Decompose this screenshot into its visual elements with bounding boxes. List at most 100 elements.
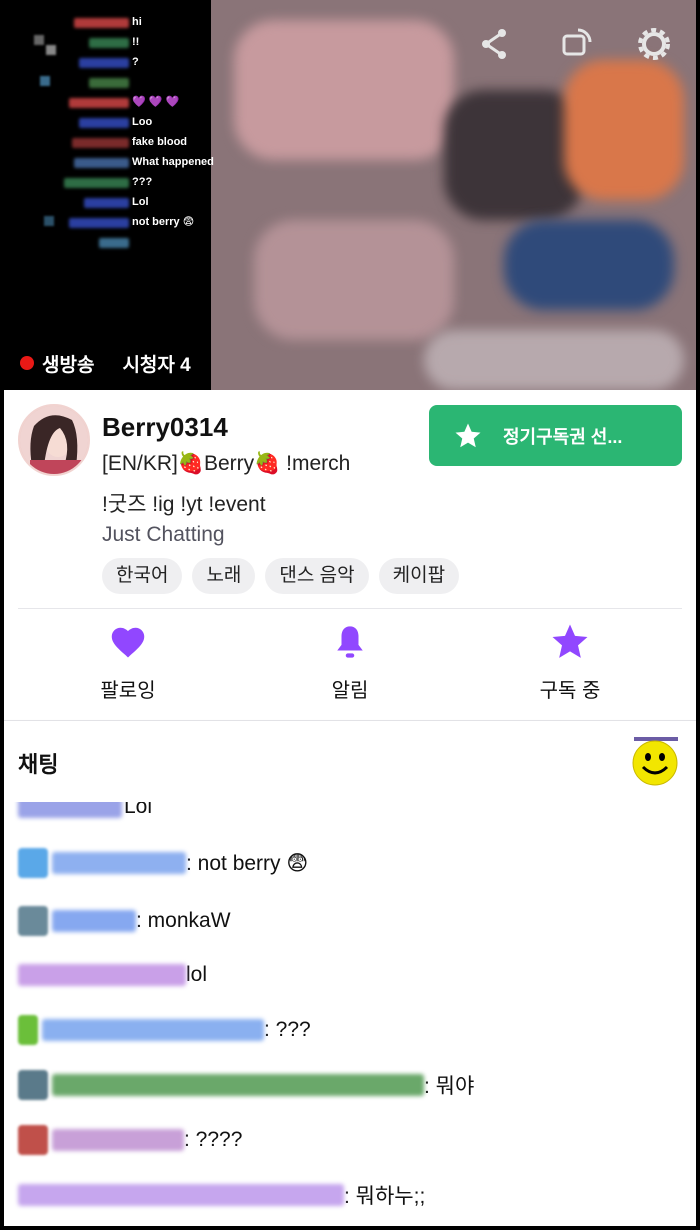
blurred-username [52, 910, 136, 932]
overlay-chat-line: Lol [4, 194, 211, 212]
live-dot-icon [20, 356, 34, 370]
app-screen: hi !! ? 💜 💜 💜 Loo fake blood What happen… [4, 0, 696, 1226]
chat-message: : ??? [18, 1013, 311, 1047]
overlay-chat-text: 💜 💜 💜 [132, 96, 180, 108]
star-icon [552, 624, 588, 658]
chat-message-list[interactable]: Lol : not berry 😨 : monkaW lol : ??? : 뭐… [4, 802, 696, 1226]
chat-badge [18, 1070, 48, 1100]
overlay-chat-text: Lol [132, 196, 149, 208]
overlay-chat-line: !! [4, 34, 211, 52]
blurred-username [99, 238, 129, 248]
divider [18, 608, 682, 609]
tag-chip[interactable]: 노래 [192, 558, 256, 594]
chat-message: : monkaW [18, 904, 231, 938]
overlay-chat-text: !! [132, 36, 140, 48]
blurred-username [52, 1074, 424, 1096]
blurred-username [79, 58, 129, 68]
subscribed-button[interactable]: 구독 중 [500, 622, 640, 703]
tag-list: 한국어 노래 댄스 음악 케이팝 [102, 558, 460, 594]
video-blur-region [254, 220, 454, 340]
blurred-username [18, 1184, 344, 1206]
blurred-username [72, 138, 129, 148]
viewer-count: 시청자 4 [122, 354, 191, 376]
chat-badge [18, 906, 48, 936]
chat-message: : 뭐하누;; [18, 1178, 425, 1212]
overlay-chat-line: fake blood [4, 134, 211, 152]
chat-message-text: : ???? [184, 1128, 243, 1151]
video-blur-region [234, 20, 454, 160]
overlay-chat-text: fake blood [132, 136, 188, 148]
chat-message-text: : monkaW [136, 909, 231, 932]
chat-message: : ???? [18, 1123, 242, 1157]
overlay-chat-line: not berry 😨 [4, 214, 211, 232]
overlay-chat-text: hi [132, 16, 142, 28]
blurred-username [79, 118, 129, 128]
blurred-username [74, 158, 129, 168]
video-blur-region [424, 330, 684, 390]
heart-icon [111, 627, 145, 658]
overlay-chat-line: ? [4, 54, 211, 72]
chat-message-text: : 뭐야 [424, 1075, 475, 1098]
subscription-gift-button[interactable]: 정기구독권 선... [429, 405, 682, 466]
chat-badge [18, 1015, 38, 1045]
blurred-username [42, 1019, 264, 1041]
bell-icon [337, 626, 363, 658]
stream-category[interactable]: Just Chatting [102, 523, 225, 547]
avatar-image [20, 406, 88, 474]
overlay-chat-text: Loo [132, 116, 153, 128]
video-blur-region [444, 90, 584, 220]
blurred-username [69, 98, 129, 108]
notification-button[interactable]: 알림 [280, 622, 420, 703]
channel-name[interactable]: Berry0314 [102, 412, 228, 443]
notification-label: 알림 [331, 680, 369, 702]
star-icon [455, 423, 481, 447]
chat-message-text: Lol [124, 802, 153, 818]
smiley-emote-icon[interactable] [630, 737, 680, 787]
chat-message: : not berry 😨 [18, 846, 308, 880]
rotate-icon[interactable] [556, 24, 596, 64]
chat-badge [18, 848, 48, 878]
chat-message: lol [18, 958, 207, 992]
chat-message-text: lol [186, 963, 208, 986]
overlay-chat-text: What happened [132, 156, 214, 168]
blurred-username [18, 802, 122, 818]
share-icon[interactable] [474, 24, 514, 64]
chat-message: : 뭐야 [18, 1068, 474, 1102]
subscribed-label: 구독 중 [539, 680, 601, 702]
tag-chip[interactable]: 댄스 음악 [265, 558, 369, 594]
overlay-chat-line [4, 74, 211, 92]
avatar[interactable] [18, 404, 90, 476]
chat-message-text: : not berry 😨 [186, 851, 309, 875]
overlay-chat-line [4, 234, 211, 252]
blurred-username [18, 964, 186, 986]
overlay-chat-text: ? [132, 56, 139, 68]
follow-button[interactable]: 팔로잉 [58, 622, 198, 703]
live-indicator: 생방송 시청자 4 [20, 350, 191, 376]
video-blur-region [564, 60, 684, 200]
chat-header: 채팅 [4, 720, 696, 802]
chat-title: 채팅 [18, 752, 59, 777]
blurred-username [69, 218, 129, 228]
tag-chip[interactable]: 케이팝 [378, 558, 460, 594]
overlay-chat-line: ??? [4, 174, 211, 192]
video-blur-region [504, 220, 674, 310]
stream-title-line-2: !굿즈 !ig !yt !event [102, 493, 266, 516]
live-label: 생방송 [42, 354, 95, 376]
overlay-chat-text: not berry 😨 [132, 216, 195, 228]
channel-info-panel: Berry0314 [EN/KR]🍓Berry🍓 !merch !굿즈 !ig … [4, 390, 696, 720]
blurred-username [52, 1129, 184, 1151]
gear-icon[interactable] [634, 24, 674, 64]
subscription-gift-label: 정기구독권 선... [503, 426, 623, 447]
chat-message: Lol [18, 802, 152, 824]
overlay-chat-line: Loo [4, 114, 211, 132]
blurred-username [74, 18, 129, 28]
tag-chip[interactable]: 한국어 [102, 558, 183, 594]
chat-message-text: : ??? [264, 1018, 311, 1041]
chat-badge [18, 1125, 48, 1155]
blurred-username [84, 198, 129, 208]
blurred-username [52, 852, 186, 874]
overlay-chat-line: hi [4, 14, 211, 32]
stream-overlay-chat: hi !! ? 💜 💜 💜 Loo fake blood What happen… [4, 0, 214, 390]
chat-message-text: : 뭐하누;; [344, 1185, 426, 1208]
video-player[interactable]: hi !! ? 💜 💜 💜 Loo fake blood What happen… [4, 0, 696, 390]
